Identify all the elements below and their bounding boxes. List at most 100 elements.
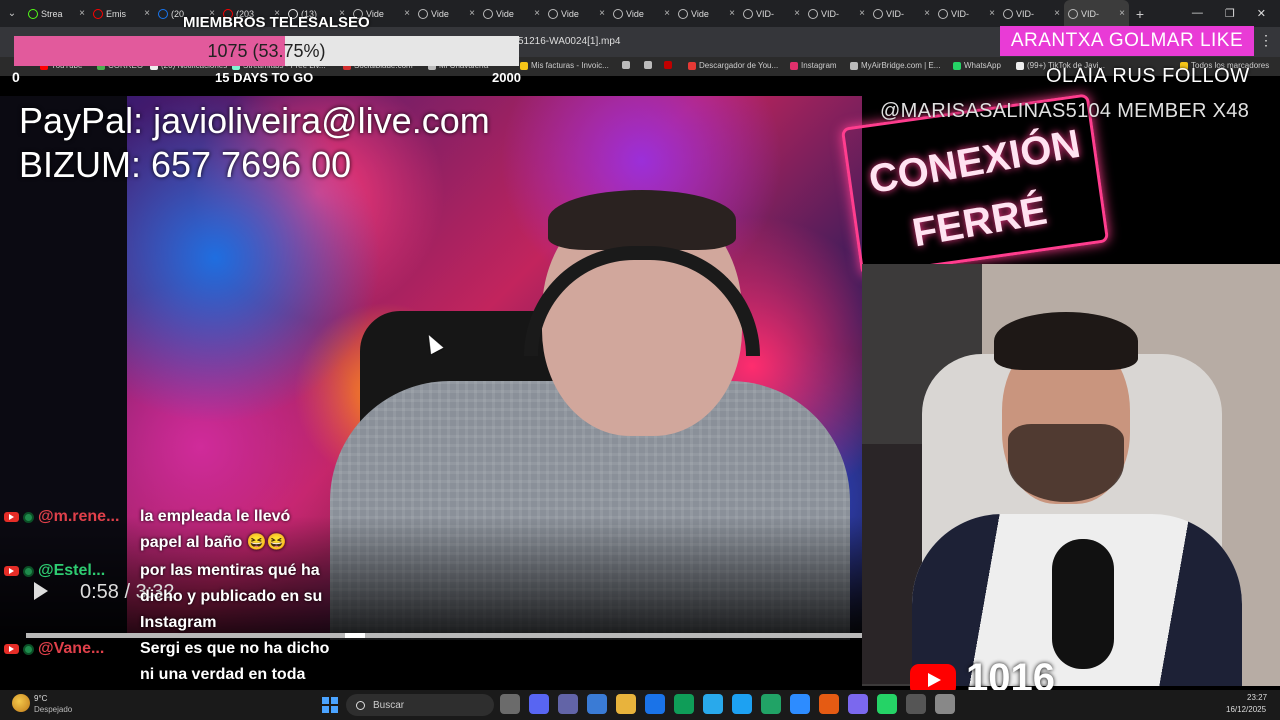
tab-close-icon[interactable]: × [144,8,150,19]
chat-text: por las mentiras qué ha dicho y publicad… [140,562,323,631]
tab-favicon-icon [1068,8,1078,19]
clock-date[interactable]: 16/12/2025 [1226,705,1266,714]
live-chat: @m.rene... la empleada le llevó papel al … [0,508,330,720]
member-goal-text: 1075 (53.75%) [207,41,326,61]
tab-label: VID- [821,8,839,19]
chat-username: @Vane... [38,640,105,657]
browser-tab[interactable]: Vide × [414,0,479,27]
tab-close-icon[interactable]: × [1054,8,1060,19]
browser-menu-icon[interactable]: ⋮ [1259,32,1273,49]
tab-favicon-icon [93,8,103,19]
bookmark-item[interactable]: Mis facturas - Invoic... [520,61,609,70]
taskbar-app-icon[interactable] [732,694,752,714]
taskbar-app-icon[interactable] [906,694,926,714]
taskbar-app-icon[interactable] [935,694,955,714]
tab-close-icon[interactable]: × [794,8,800,19]
bookmark-favicon-icon [664,61,672,69]
bookmark-item[interactable]: Descargador de You... [688,61,778,70]
tab-favicon-icon [28,8,38,19]
tab-search-chevron-icon[interactable]: ⌄ [0,0,24,27]
taskbar-search[interactable] [346,694,494,716]
browser-tab[interactable]: Vide × [609,0,674,27]
minimize-button[interactable]: — [1192,7,1203,20]
tab-label: Vide [691,8,709,19]
browser-tab[interactable]: VID- × [804,0,869,27]
chat-author: @Estel... [4,562,105,580]
tab-label: Vide [561,8,579,19]
browser-tab[interactable]: VID- × [1064,0,1129,27]
browser-tab[interactable]: VID- × [739,0,804,27]
bookmark-favicon-icon [520,61,528,70]
tab-close-icon[interactable]: × [924,8,930,19]
weather-sun-icon[interactable] [12,694,30,712]
tab-close-icon[interactable]: × [534,8,540,19]
taskbar-search-input[interactable] [373,699,483,711]
taskbar-app-icon[interactable] [790,694,810,714]
taskbar-app-icon[interactable] [819,694,839,714]
bookmark-item[interactable]: Instagram [790,61,837,70]
address-text[interactable]: 51216-WA0024[1].mp4 [518,36,620,47]
browser-tab[interactable]: Vide × [479,0,544,27]
goal-min-label: 0 [12,69,20,85]
tab-label: VID- [1081,8,1099,19]
browser-tab[interactable]: Emis × [89,0,154,27]
browser-tab[interactable]: VID- × [934,0,999,27]
bookmark-item[interactable] [644,61,655,69]
presenter-hair [548,190,736,250]
tab-close-icon[interactable]: × [664,8,670,19]
taskbar-app-icon[interactable] [558,694,578,714]
taskbar-app-icon[interactable] [500,694,520,714]
tab-close-icon[interactable]: × [859,8,865,19]
browser-tab[interactable]: Vide × [674,0,739,27]
browser-tab[interactable]: Vide × [544,0,609,27]
tab-close-icon[interactable]: × [79,8,85,19]
taskbar-app-icon[interactable] [645,694,665,714]
new-tab-button[interactable]: + [1129,6,1151,22]
seek-bar-played [345,633,365,638]
bookmark-item[interactable]: MyAirBridge.com | E... [850,61,940,70]
browser-tab[interactable]: VID- × [999,0,1064,27]
tab-close-icon[interactable]: × [599,8,605,19]
tab-close-icon[interactable]: × [729,8,735,19]
browser-tab[interactable]: VID- × [869,0,934,27]
bookmark-item[interactable]: WhatsApp [953,61,1001,70]
tab-close-icon[interactable]: × [989,8,995,19]
taskbar-app-icon[interactable] [761,694,781,714]
tab-favicon-icon [938,8,948,19]
follow-alert-text: OLAIA RUS FOLLOW [1046,65,1250,87]
tab-close-icon[interactable]: × [404,8,410,19]
bookmark-label: MyAirBridge.com | E... [861,61,941,70]
chat-text: la empleada le llevó papel al baño 😆😆 [140,508,291,551]
taskbar-app-icon[interactable] [703,694,723,714]
bookmark-favicon-icon [622,61,630,69]
taskbar-app-icon[interactable] [587,694,607,714]
tab-close-icon[interactable]: × [469,8,475,19]
bookmark-favicon-icon [953,61,961,70]
maximize-button[interactable]: ❐ [1225,7,1235,20]
windows-start-icon[interactable] [322,697,338,713]
goal-days-left: 15 DAYS TO GO [215,70,314,85]
member-goal-bar: 1075 (53.75%) [14,36,519,66]
search-icon [356,700,365,710]
taskbar-app-icon[interactable] [529,694,549,714]
taskbar-app-icon[interactable] [877,694,897,714]
bookmark-label: WhatsApp [964,61,1001,70]
close-window-button[interactable]: ✕ [1257,7,1266,20]
tab-label: Vide [366,8,384,19]
bizum-text: BIZUM: 657 7696 00 [19,144,352,185]
browser-tab[interactable]: Strea × [24,0,89,27]
paypal-text: PayPal: javioliveira@live.com [19,100,490,141]
tab-label: VID- [951,8,969,19]
tab-label: Emis [106,8,126,19]
taskbar-app-icon[interactable] [616,694,636,714]
weather-temperature: 9°C [34,694,48,703]
youtube-icon [4,566,19,576]
tab-label: Vide [431,8,449,19]
bookmark-item[interactable] [622,61,633,69]
bookmark-item[interactable] [664,61,675,69]
tab-label: Vide [626,8,644,19]
tab-close-icon[interactable]: × [1119,8,1125,19]
taskbar-app-icon[interactable] [674,694,694,714]
clock-time[interactable]: 23:27 [1247,693,1267,702]
taskbar-app-icon[interactable] [848,694,868,714]
